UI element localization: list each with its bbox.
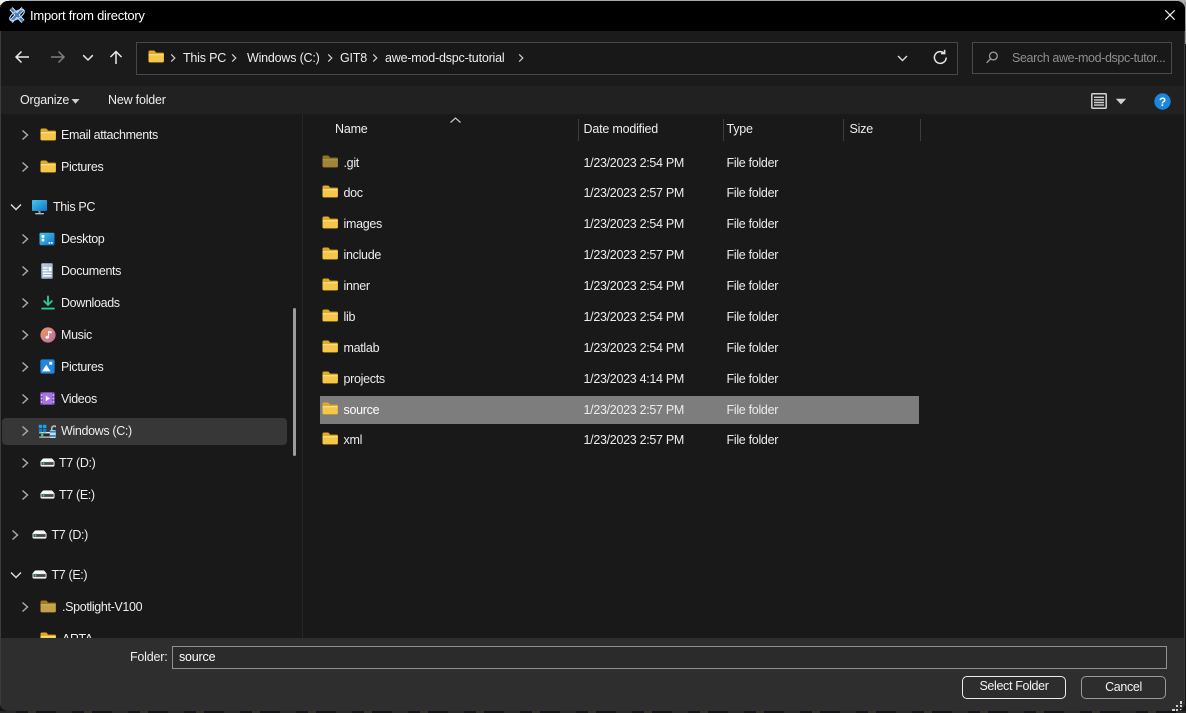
svg-text:?: ?	[1158, 95, 1165, 109]
